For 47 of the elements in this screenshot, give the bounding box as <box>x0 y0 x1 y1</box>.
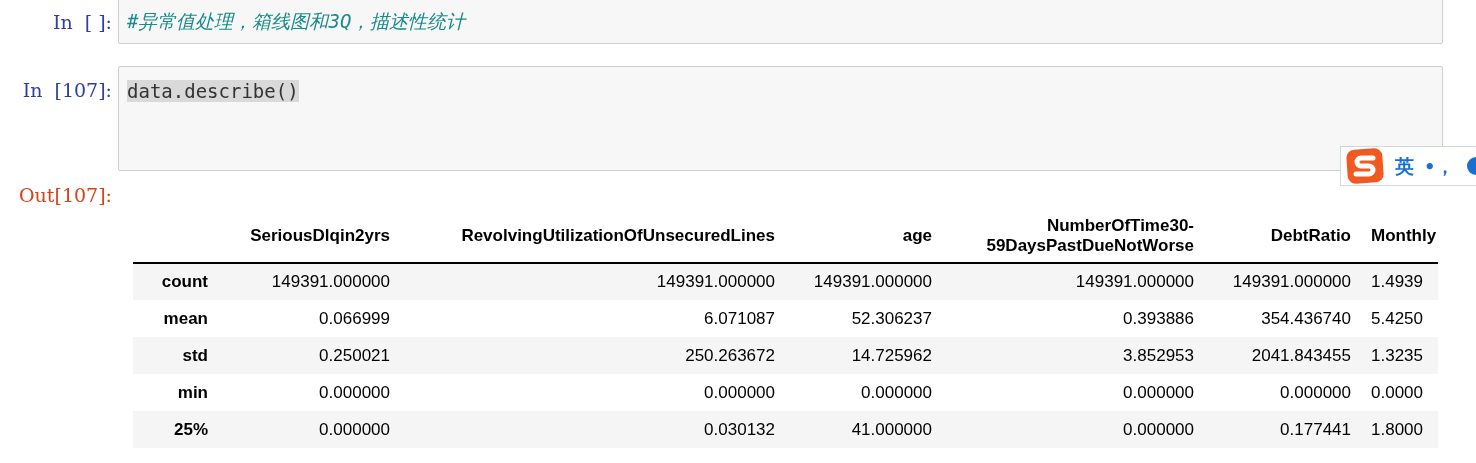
table-cell: 0.066999 <box>319 308 390 328</box>
table-cell: 41.000000 <box>851 419 932 439</box>
column-header: DebtRatio <box>1270 225 1351 245</box>
output-prompt: Out[107]: <box>18 183 113 207</box>
comment-text: #异常值处理，箱线图和3Q，描述性统计 <box>127 10 466 32</box>
code-cell[interactable]: #异常值处理，箱线图和3Q，描述性统计 <box>118 0 1443 44</box>
table-cell: 0.000000 <box>1280 382 1351 402</box>
table-cell: 0.177441 <box>1280 419 1351 439</box>
row-index: std <box>182 345 208 365</box>
table-cell: 1.3235 <box>1371 345 1423 365</box>
row-index: min <box>177 382 208 402</box>
table-cell: 1.8000 <box>1371 419 1423 439</box>
column-header: NumberOfTime30- 59DaysPastDueNotWorse <box>986 215 1194 255</box>
table-cell: 0.000000 <box>319 419 390 439</box>
table-cell: 0.000000 <box>861 382 932 402</box>
table-cell: 0.000000 <box>1123 382 1194 402</box>
table-cell: 6.071087 <box>704 308 775 328</box>
input-prompt: In [107]: <box>21 78 113 102</box>
table-cell: 0.250021 <box>319 345 390 365</box>
table-cell: 5.4250 <box>1371 308 1423 328</box>
table-cell: 0.000000 <box>704 382 775 402</box>
column-header: age <box>902 225 932 245</box>
table-cell: 149391.000000 <box>1075 272 1194 292</box>
table-cell: 0.000000 <box>1123 419 1194 439</box>
table-cell: 0.000000 <box>319 382 390 402</box>
row-index: 25% <box>173 419 208 439</box>
table-cell: 1.4939 <box>1371 272 1423 292</box>
table-cell: 354.436740 <box>1261 308 1351 328</box>
table-cell: 3.852953 <box>1123 345 1194 365</box>
table-cell: 149391.000000 <box>271 272 390 292</box>
column-header: RevolvingUtilizationOfUnsecuredLines <box>461 225 775 245</box>
table-cell: 0.393886 <box>1123 308 1194 328</box>
table-cell: 2041.843455 <box>1251 345 1351 365</box>
code-text: data.describe() <box>127 80 299 102</box>
table-cell: 52.306237 <box>851 308 932 328</box>
column-header: SeriousDlqin2yrs <box>250 225 390 245</box>
table-cell: 149391.000000 <box>813 272 932 292</box>
table-cell: 250.263672 <box>685 345 775 365</box>
table-cell: 14.725962 <box>851 345 932 365</box>
table-cell: 0.030132 <box>704 419 775 439</box>
row-index: mean <box>163 308 208 328</box>
table-cell: 149391.000000 <box>1232 272 1351 292</box>
table-cell: 149391.000000 <box>656 272 775 292</box>
row-index: count <box>161 272 208 292</box>
input-prompt: In [ ]: <box>51 10 113 34</box>
table-cell: 0.0000 <box>1371 382 1423 402</box>
column-header: Monthly <box>1371 225 1437 245</box>
